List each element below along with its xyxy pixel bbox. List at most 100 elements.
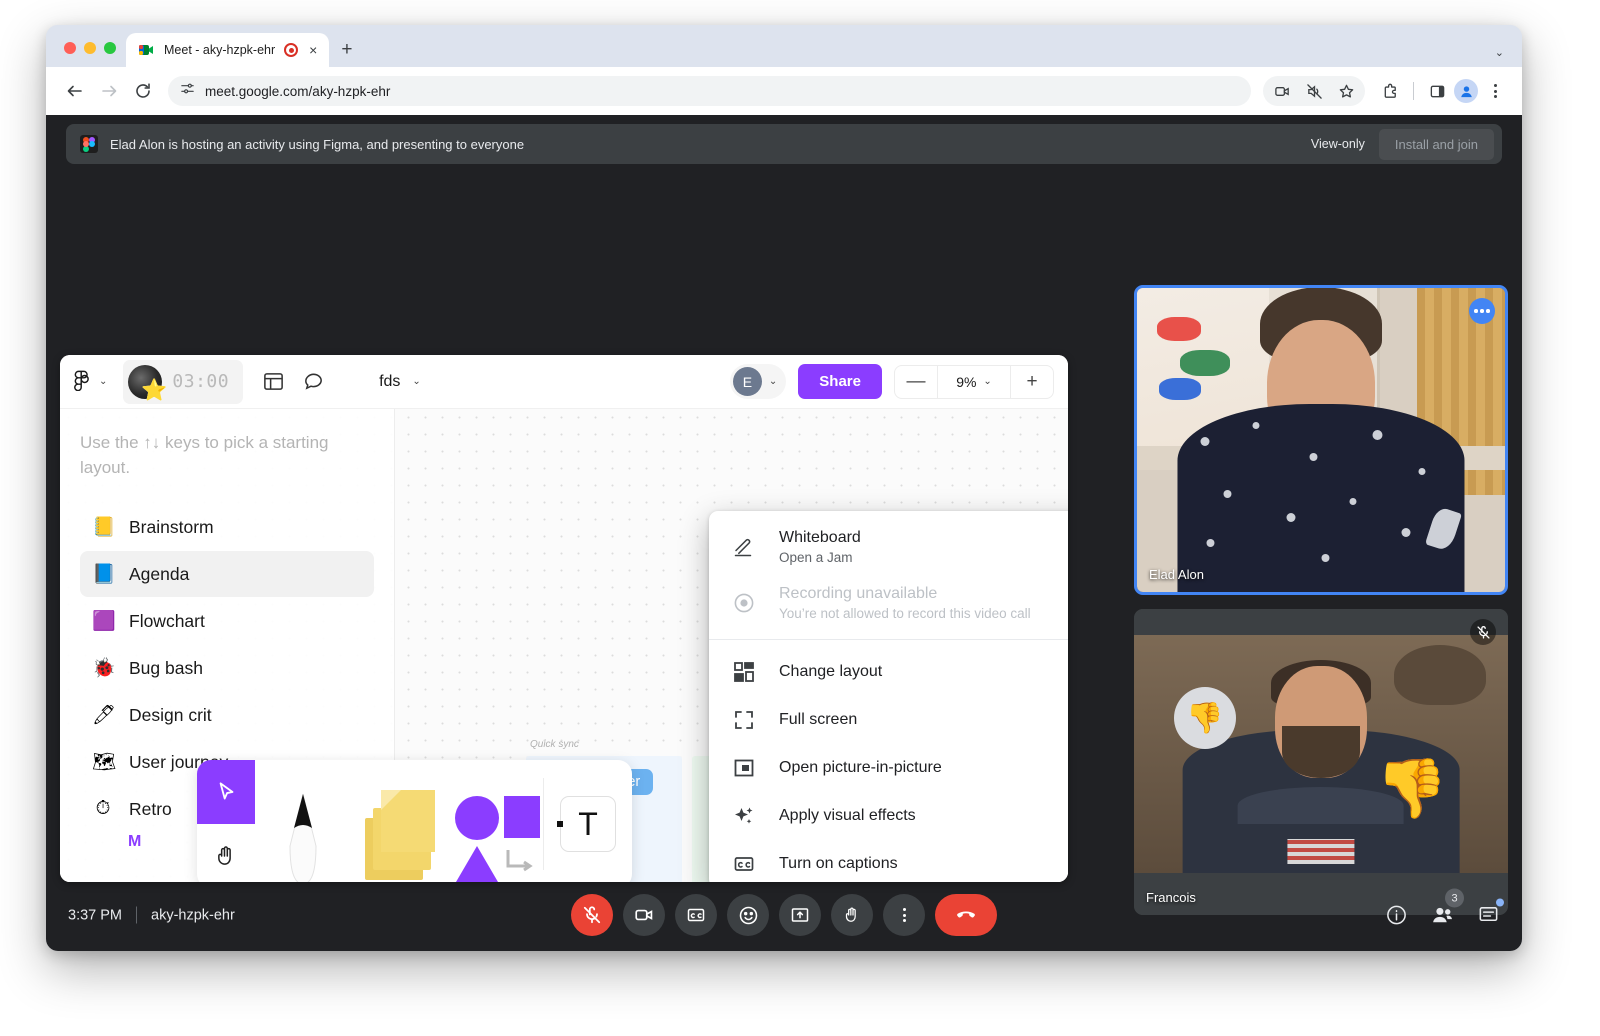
reload-button[interactable] bbox=[128, 76, 158, 106]
menu-item-whiteboard[interactable]: Whiteboard Open a Jam bbox=[709, 519, 1068, 575]
participant-tile-francois[interactable]: 👎 👎 Francois bbox=[1134, 609, 1508, 915]
tab-title: Meet - aky-hzpk-ehr bbox=[164, 43, 276, 57]
minimize-window-button[interactable] bbox=[84, 42, 96, 54]
figma-logo-button[interactable]: ⌄ bbox=[74, 367, 107, 396]
microphone-button[interactable] bbox=[571, 894, 613, 936]
pen-nib-icon: 🖊 bbox=[92, 705, 117, 727]
bug-icon: 🐞 bbox=[92, 658, 116, 680]
menu-item-text: Whiteboard Open a Jam bbox=[779, 529, 861, 565]
template-item-flowchart[interactable]: 🟪 Flowchart bbox=[80, 598, 374, 644]
menu-item-visual-effects[interactable]: Apply visual effects bbox=[709, 792, 1068, 840]
chevron-down-icon[interactable]: ⌄ bbox=[412, 376, 420, 387]
back-button[interactable] bbox=[60, 76, 90, 106]
menu-item-label: Turn on captions bbox=[779, 855, 898, 872]
emoji-button[interactable] bbox=[727, 894, 769, 936]
tile-more-icon[interactable] bbox=[1469, 298, 1495, 324]
avatar: E bbox=[732, 367, 762, 396]
camera-icon[interactable] bbox=[1267, 76, 1297, 106]
chevron-down-icon[interactable]: ⌄ bbox=[769, 376, 777, 387]
pen-marker-icon[interactable] bbox=[255, 760, 351, 882]
template-label: Brainstorm bbox=[129, 516, 214, 537]
tune-icon[interactable] bbox=[180, 81, 195, 101]
new-tab-button[interactable]: + bbox=[341, 39, 352, 61]
chevron-down-icon[interactable]: ⌄ bbox=[99, 376, 107, 387]
browser-tab[interactable]: Meet - aky-hzpk-ehr × bbox=[126, 33, 330, 67]
zoom-in-button[interactable]: + bbox=[1011, 366, 1053, 398]
figma-user-avatar-group[interactable]: E ⌄ bbox=[729, 364, 787, 399]
google-meet-favicon bbox=[138, 42, 155, 58]
notification-text: Elad Alon is hosting an activity using F… bbox=[110, 136, 525, 152]
more-options-button[interactable] bbox=[883, 894, 925, 936]
timer-avatar: ⭐ bbox=[128, 364, 167, 401]
present-button[interactable] bbox=[779, 894, 821, 936]
activity-notification-bar: Elad Alon is hosting an activity using F… bbox=[66, 124, 1502, 164]
address-bar[interactable]: meet.google.com/aky-hzpk-ehr bbox=[168, 76, 1251, 106]
comment-bubble-icon[interactable] bbox=[293, 362, 333, 402]
map-icon: 🗺 bbox=[92, 752, 117, 774]
close-tab-button[interactable]: × bbox=[307, 43, 319, 57]
wall-art bbox=[1152, 306, 1248, 415]
captions-button[interactable] bbox=[675, 894, 717, 936]
participant-tile-elad-alon[interactable]: Elad Alon bbox=[1134, 285, 1508, 595]
picture-in-picture-icon bbox=[731, 757, 757, 779]
zoom-level[interactable]: 9% ⌄ bbox=[937, 365, 1011, 398]
menu-item-label: Open picture-in-picture bbox=[779, 759, 942, 776]
menu-item-title: Recording unavailable bbox=[779, 585, 938, 602]
figma-timer[interactable]: ⭐ 03:00 bbox=[123, 359, 244, 404]
participants-count-badge: 3 bbox=[1445, 888, 1464, 908]
closed-captions-icon bbox=[731, 853, 757, 875]
panel-layout-icon[interactable] bbox=[253, 362, 293, 402]
camera-button[interactable] bbox=[623, 894, 665, 936]
template-label: Retro bbox=[129, 798, 172, 819]
menu-item-turn-on-captions[interactable]: Turn on captions bbox=[709, 840, 1068, 882]
call-controls bbox=[571, 894, 997, 936]
speaker-muted-icon[interactable] bbox=[1299, 76, 1329, 106]
meeting-code: aky-hzpk-ehr bbox=[151, 907, 235, 923]
figma-file-name-button[interactable]: fds ⌄ bbox=[379, 373, 421, 391]
leave-call-button[interactable] bbox=[935, 894, 997, 936]
chevron-down-icon[interactable]: ⌄ bbox=[1495, 46, 1504, 59]
hand-pan-icon[interactable] bbox=[197, 824, 255, 882]
template-item-agenda[interactable]: 📘 Agenda bbox=[80, 551, 374, 598]
text-tool-icon[interactable]: T bbox=[544, 760, 632, 882]
participants-button[interactable]: 3 bbox=[1430, 888, 1464, 928]
browser-toolbar: meet.google.com/aky-hzpk-ehr bbox=[46, 67, 1522, 115]
menu-item-subtitle: You’re not allowed to record this video … bbox=[779, 606, 1031, 621]
screenshot-root: Meet - aky-hzpk-ehr × + ⌄ meet.google.co… bbox=[0, 0, 1600, 1036]
menu-item-change-layout[interactable]: Change layout bbox=[709, 648, 1068, 696]
template-label: Bug bash bbox=[129, 657, 203, 678]
bookmark-star-icon[interactable] bbox=[1331, 76, 1361, 106]
window-traffic-lights[interactable] bbox=[60, 42, 126, 67]
meet-right-actions: 3 bbox=[1385, 888, 1504, 928]
template-item-bug-bash[interactable]: 🐞 Bug bash bbox=[80, 645, 374, 691]
url-text: meet.google.com/aky-hzpk-ehr bbox=[205, 83, 391, 99]
side-panel-icon[interactable] bbox=[1422, 76, 1452, 106]
template-item-design-crit[interactable]: 🖊 Design crit bbox=[80, 692, 374, 738]
profile-icon[interactable] bbox=[1454, 79, 1478, 103]
meeting-details-button[interactable] bbox=[1385, 904, 1408, 927]
browser-tabstrip: Meet - aky-hzpk-ehr × + ⌄ bbox=[46, 25, 1522, 67]
menu-item-picture-in-picture[interactable]: Open picture-in-picture bbox=[709, 744, 1068, 792]
install-and-join-button[interactable]: Install and join bbox=[1378, 128, 1494, 160]
extensions-icon[interactable] bbox=[1375, 76, 1405, 106]
meet-bottom-bar: 3:37 PM aky-hzpk-ehr 3 bbox=[46, 879, 1522, 951]
divider bbox=[136, 906, 137, 924]
sticky-notes-icon[interactable] bbox=[351, 760, 447, 882]
zoom-out-button[interactable]: — bbox=[895, 366, 937, 398]
zoom-value-text: 9% bbox=[956, 373, 977, 390]
menu-item-label: Full screen bbox=[779, 711, 858, 728]
share-button[interactable]: Share bbox=[798, 364, 882, 399]
chat-button[interactable] bbox=[1477, 898, 1504, 927]
template-item-brainstorm[interactable]: 📒 Brainstorm bbox=[80, 504, 374, 550]
figma-toolbar-right: E ⌄ Share — 9% ⌄ + bbox=[729, 364, 1054, 399]
chrome-menu-icon[interactable] bbox=[1480, 76, 1510, 106]
close-window-button[interactable] bbox=[64, 42, 76, 54]
maximize-window-button[interactable] bbox=[104, 42, 116, 54]
shapes-icon: 🟪 bbox=[92, 611, 116, 633]
more-options-context-menu: Whiteboard Open a Jam Recording unavaila… bbox=[709, 511, 1068, 882]
shapes-icon[interactable] bbox=[447, 760, 543, 882]
cursor-select-icon[interactable] bbox=[197, 760, 255, 824]
forward-button[interactable] bbox=[94, 76, 124, 106]
raise-hand-button[interactable] bbox=[831, 894, 873, 936]
menu-item-full-screen[interactable]: Full screen bbox=[709, 696, 1068, 744]
